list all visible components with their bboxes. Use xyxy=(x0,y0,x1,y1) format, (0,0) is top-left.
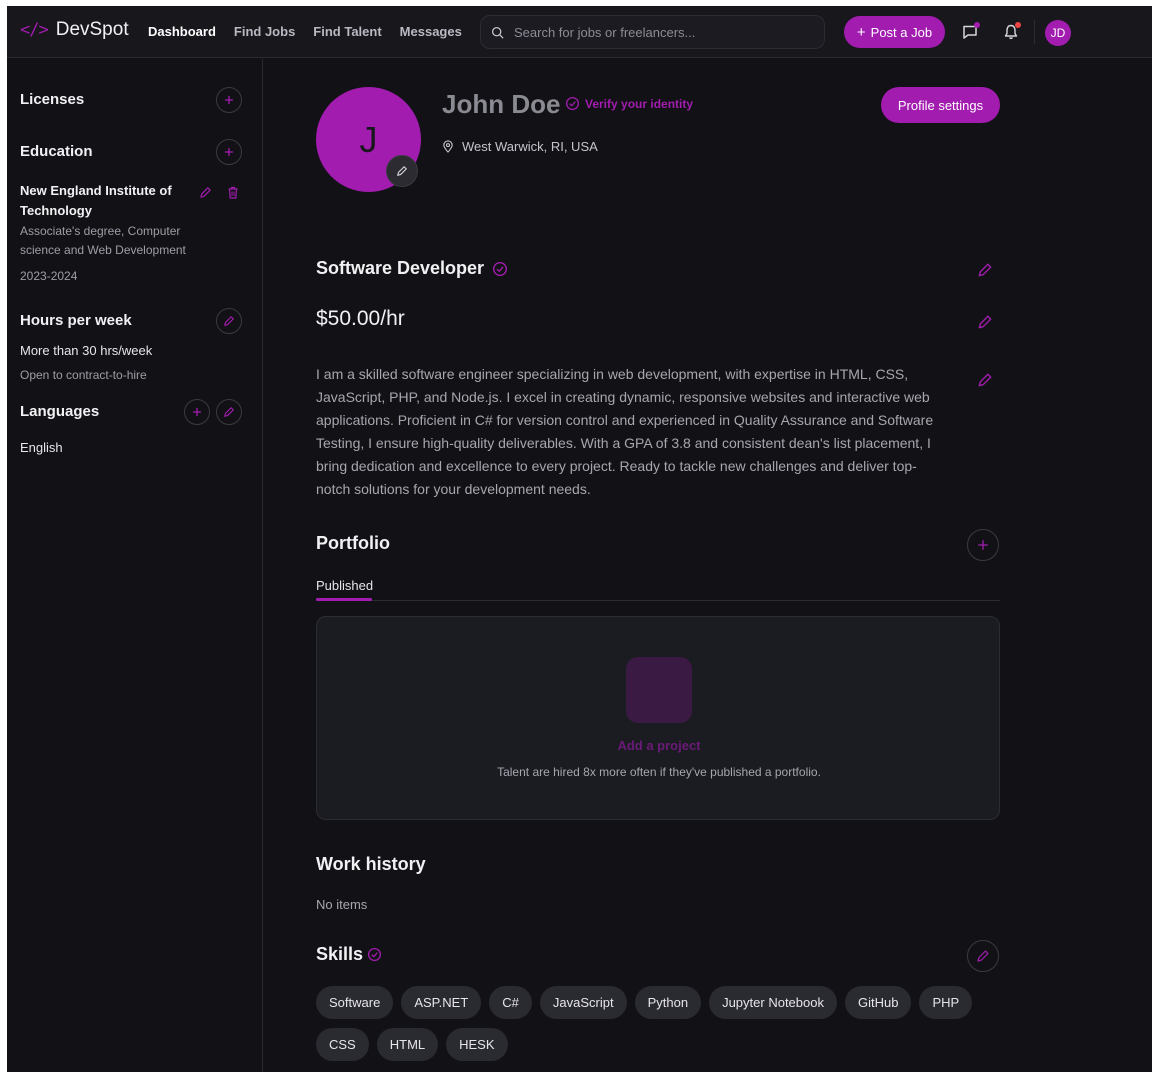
skill-chip: Software xyxy=(316,986,394,1019)
nav-dashboard[interactable]: Dashboard xyxy=(148,24,216,39)
user-avatar[interactable]: JD xyxy=(1045,20,1071,46)
top-navbar: </> DevSpot Dashboard Find Jobs Find Tal… xyxy=(7,6,1152,58)
edit-title-button[interactable] xyxy=(972,257,998,283)
skills-title-row: Skills xyxy=(316,944,382,965)
pencil-icon xyxy=(397,166,407,176)
hours-title: Hours per week xyxy=(20,312,132,329)
skill-chip: Jupyter Notebook xyxy=(709,986,837,1019)
verify-identity-link[interactable]: Verify your identity xyxy=(565,96,693,111)
logo[interactable]: </> DevSpot xyxy=(20,19,129,41)
edit-bio-button[interactable] xyxy=(972,367,998,393)
pencil-icon xyxy=(200,187,211,198)
skill-chip: HTML xyxy=(376,1028,439,1061)
skills-list: Software ASP.NET C# JavaScript Python Ju… xyxy=(316,986,1000,1061)
pencil-icon xyxy=(978,373,992,387)
profile-sidebar: Licenses Education New England Institute… xyxy=(7,59,263,1072)
skill-chip: C# xyxy=(489,986,532,1019)
search-input[interactable] xyxy=(514,24,804,40)
location-text: West Warwick, RI, USA xyxy=(462,139,598,154)
hours-note: Open to contract-to-hire xyxy=(20,368,147,382)
edit-avatar-button[interactable] xyxy=(386,155,418,187)
pencil-icon xyxy=(978,315,992,329)
profile-location: West Warwick, RI, USA xyxy=(442,139,598,154)
plus-icon xyxy=(225,96,233,104)
profile-name: John Doe xyxy=(442,89,561,119)
verify-label: Verify your identity xyxy=(585,96,694,111)
edit-languages-button[interactable] xyxy=(216,399,242,425)
logo-text: DevSpot xyxy=(55,19,129,40)
notifications-button[interactable] xyxy=(1000,21,1022,43)
notification-indicator xyxy=(1015,22,1021,28)
app: </> DevSpot Dashboard Find Jobs Find Tal… xyxy=(7,6,1152,1072)
delete-education-button[interactable] xyxy=(227,186,239,204)
education-degree: Associate's degree, Computer science and… xyxy=(20,224,186,257)
hours-value: More than 30 hrs/week xyxy=(20,343,153,358)
tab-published[interactable]: Published xyxy=(316,578,373,593)
verified-icon xyxy=(367,947,382,962)
education-years: 2023-2024 xyxy=(20,269,78,283)
logo-mark: </> xyxy=(20,20,49,40)
post-job-label: Post a Job xyxy=(870,24,933,40)
education-school: New England Institute of Technology xyxy=(20,183,172,218)
add-project-link[interactable]: Add a project xyxy=(317,738,1001,753)
edit-hours-button[interactable] xyxy=(216,308,242,334)
edit-rate-button[interactable] xyxy=(972,309,998,335)
skill-chip: ASP.NET xyxy=(401,986,482,1019)
post-job-button[interactable]: + Post a Job xyxy=(844,16,945,48)
main-nav: Dashboard Find Jobs Find Talent Messages xyxy=(148,24,462,39)
pencil-icon xyxy=(224,316,234,326)
work-history-title: Work history xyxy=(316,854,426,874)
pencil-icon xyxy=(977,950,989,962)
add-language-button[interactable] xyxy=(184,399,210,425)
trash-icon xyxy=(228,186,238,199)
profile-settings-button[interactable]: Profile settings xyxy=(881,87,1000,123)
messages-button[interactable] xyxy=(959,21,981,43)
edit-education-button[interactable] xyxy=(199,186,212,204)
location-pin-icon xyxy=(443,140,453,153)
skill-chip: PHP xyxy=(919,986,973,1019)
skill-chip: JavaScript xyxy=(539,986,627,1019)
pencil-icon xyxy=(224,407,234,417)
nav-messages[interactable]: Messages xyxy=(400,24,462,39)
language-item: English xyxy=(20,440,63,455)
nav-find-talent[interactable]: Find Talent xyxy=(313,24,381,39)
profile-title: Software Developer xyxy=(316,258,485,278)
hourly-rate: $50.00/hr xyxy=(316,307,405,330)
plus-icon xyxy=(193,408,201,416)
add-license-button[interactable] xyxy=(216,87,242,113)
plus-icon xyxy=(225,148,233,156)
active-tab-indicator xyxy=(316,598,372,601)
languages-title: Languages xyxy=(20,403,100,420)
search-bar xyxy=(480,15,825,49)
skill-chip: Python xyxy=(634,986,702,1019)
licenses-title: Licenses xyxy=(20,91,85,108)
pencil-icon xyxy=(978,263,992,277)
skill-chip: HESK xyxy=(446,1028,508,1061)
message-indicator xyxy=(974,22,980,28)
plus-icon: + xyxy=(856,23,866,41)
profile-bio: I am a skilled software engineer special… xyxy=(316,366,934,497)
education-title: Education xyxy=(20,143,93,160)
profile-title-row: Software Developer xyxy=(316,258,508,279)
skills-title: Skills xyxy=(316,944,364,964)
work-history-empty: No items xyxy=(316,897,368,912)
nav-find-jobs[interactable]: Find Jobs xyxy=(234,24,295,39)
plus-icon xyxy=(978,540,988,550)
add-portfolio-button[interactable] xyxy=(967,529,999,561)
skill-chip: GitHub xyxy=(844,986,912,1019)
portfolio-note: Talent are hired 8x more often if they'v… xyxy=(497,765,821,779)
verified-icon xyxy=(493,261,508,276)
verified-icon xyxy=(565,96,580,111)
skill-chip: CSS xyxy=(316,1028,369,1061)
header-divider xyxy=(1034,20,1035,44)
add-education-button[interactable] xyxy=(216,139,242,165)
search-icon xyxy=(491,26,504,38)
portfolio-title: Portfolio xyxy=(316,533,390,553)
tab-divider xyxy=(316,600,1000,601)
edit-skills-button[interactable] xyxy=(967,940,999,972)
portfolio-placeholder-image xyxy=(626,657,692,723)
portfolio-empty-state: Add a project Talent are hired 8x more o… xyxy=(316,616,1000,820)
